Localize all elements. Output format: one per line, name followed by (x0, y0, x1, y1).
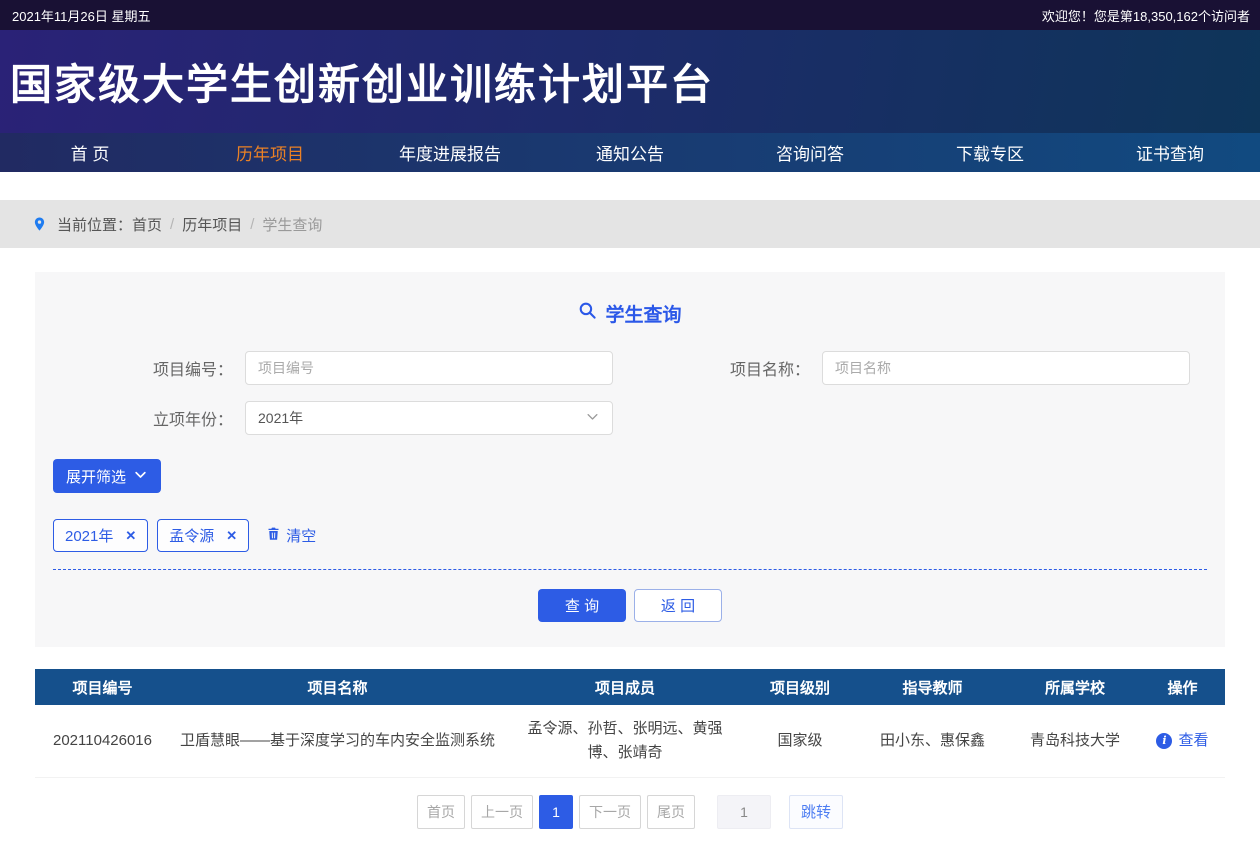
breadcrumb-separator: / (170, 216, 174, 233)
visitor-counter: 欢迎您！您是第18,350,162个访问者 (1042, 6, 1250, 25)
pagination-last-button[interactable]: 尾页 (647, 795, 695, 829)
breadcrumb: 当前位置： 首页 / 历年项目 / 学生查询 (0, 200, 1260, 248)
year-field-group: 立项年份： 2021年 (53, 401, 630, 435)
active-filter-tags: 2021年 ✕ 孟令源 ✕ 清空 (53, 519, 1207, 552)
trash-icon (266, 525, 281, 546)
pagination-prev-button[interactable]: 上一页 (471, 795, 533, 829)
chevron-down-icon (585, 409, 600, 427)
year-select-value: 2021年 (258, 408, 303, 428)
chevron-down-icon (133, 467, 148, 486)
site-header: 国家级大学生创新创业训练计划平台 (0, 30, 1260, 133)
project-code-field-group: 项目编号： (53, 351, 630, 385)
breadcrumb-separator: / (250, 216, 254, 233)
col-advisors: 指导教师 (855, 669, 1010, 705)
nav-item-downloads[interactable]: 下载专区 (900, 133, 1080, 172)
breadcrumb-current: 学生查询 (262, 214, 322, 235)
view-details-label: 查看 (1178, 729, 1208, 753)
project-code-input[interactable] (245, 351, 613, 385)
pagination-next-button[interactable]: 下一页 (579, 795, 641, 829)
nav-item-home[interactable]: 首 页 (0, 133, 180, 172)
nav-item-annual-report[interactable]: 年度进展报告 (360, 133, 540, 172)
results-table: 项目编号 项目名称 项目成员 项目级别 指导教师 所属学校 操作 2021104… (35, 669, 1225, 778)
col-project-level: 项目级别 (745, 669, 855, 705)
breadcrumb-home[interactable]: 首页 (132, 214, 162, 235)
pagination-first-button[interactable]: 首页 (417, 795, 465, 829)
cell-project-level: 国家级 (745, 705, 855, 777)
clear-filters-label: 清空 (286, 525, 316, 546)
cell-advisors: 田小东、惠保鑫 (855, 705, 1010, 777)
project-name-field-group: 项目名称： (630, 351, 1207, 385)
nav-item-past-projects[interactable]: 历年项目 (180, 133, 360, 172)
col-actions: 操作 (1140, 669, 1225, 705)
page-jump-button[interactable]: 跳转 (789, 795, 843, 829)
table-row: 202110426016 卫盾慧眼——基于深度学习的车内安全监测系统 孟令源、孙… (35, 705, 1225, 777)
filter-tag-label: 2021年 (65, 525, 113, 546)
nav-item-qa[interactable]: 咨询问答 (720, 133, 900, 172)
project-code-label: 项目编号： (53, 356, 233, 380)
spacer (630, 401, 1207, 435)
project-name-input[interactable] (822, 351, 1190, 385)
panel-title: 学生查询 (53, 300, 1207, 327)
remove-tag-icon[interactable]: ✕ (125, 528, 136, 544)
main-nav: 首 页 历年项目 年度进展报告 通知公告 咨询问答 下载专区 证书查询 (0, 133, 1260, 172)
page-jump-input[interactable] (717, 795, 771, 829)
form-actions: 查 询 返 回 (53, 589, 1207, 622)
view-details-link[interactable]: i 查看 (1156, 729, 1208, 753)
site-title: 国家级大学生创新创业训练计划平台 (0, 51, 714, 112)
query-button[interactable]: 查 询 (538, 589, 626, 622)
breadcrumb-prefix: 当前位置： (57, 214, 132, 235)
location-pin-icon (32, 214, 47, 234)
cell-school: 青岛科技大学 (1010, 705, 1140, 777)
year-select[interactable]: 2021年 (245, 401, 613, 435)
nav-item-certificate[interactable]: 证书查询 (1080, 133, 1260, 172)
current-date: 2021年11月26日 星期五 (12, 6, 151, 25)
query-form: 项目编号： 项目名称： 立项年份： 2021年 (53, 351, 1207, 435)
top-bar: 2021年11月26日 星期五 欢迎您！您是第18,350,162个访问者 (0, 0, 1260, 30)
col-project-members: 项目成员 (505, 669, 745, 705)
filter-tag-label: 孟令源 (169, 525, 214, 546)
pagination-page-1-button[interactable]: 1 (539, 795, 573, 829)
cell-project-name: 卫盾慧眼——基于深度学习的车内安全监测系统 (170, 705, 505, 777)
filter-tag-student[interactable]: 孟令源 ✕ (157, 519, 249, 552)
table-header-row: 项目编号 项目名称 项目成员 项目级别 指导教师 所属学校 操作 (35, 669, 1225, 705)
search-icon (578, 301, 597, 326)
panel-title-text: 学生查询 (605, 300, 681, 327)
expand-filter-button[interactable]: 展开筛选 (53, 459, 161, 493)
pagination: 首页 上一页 1 下一页 尾页 跳转 (0, 795, 1260, 829)
student-query-panel: 学生查询 项目编号： 项目名称： 立项年份： 2021年 (35, 272, 1225, 647)
cell-project-code: 202110426016 (35, 705, 170, 777)
page: 2021年11月26日 星期五 欢迎您！您是第18,350,162个访问者 国家… (0, 0, 1260, 860)
nav-item-notices[interactable]: 通知公告 (540, 133, 720, 172)
col-school: 所属学校 (1010, 669, 1140, 705)
expand-filter-label: 展开筛选 (66, 466, 126, 487)
cell-project-members: 孟令源、孙哲、张明远、黄强博、张靖奇 (505, 705, 745, 777)
clear-filters-button[interactable]: 清空 (266, 525, 316, 546)
info-icon: i (1156, 733, 1172, 749)
cell-actions: i 查看 (1140, 705, 1225, 777)
dashed-divider (53, 569, 1207, 570)
col-project-code: 项目编号 (35, 669, 170, 705)
spacer (0, 172, 1260, 200)
remove-tag-icon[interactable]: ✕ (226, 528, 237, 544)
filter-tag-year[interactable]: 2021年 ✕ (53, 519, 148, 552)
col-project-name: 项目名称 (170, 669, 505, 705)
year-label: 立项年份： (53, 406, 233, 430)
project-name-label: 项目名称： (630, 356, 810, 380)
breadcrumb-past-projects[interactable]: 历年项目 (182, 214, 242, 235)
back-button[interactable]: 返 回 (634, 589, 722, 622)
